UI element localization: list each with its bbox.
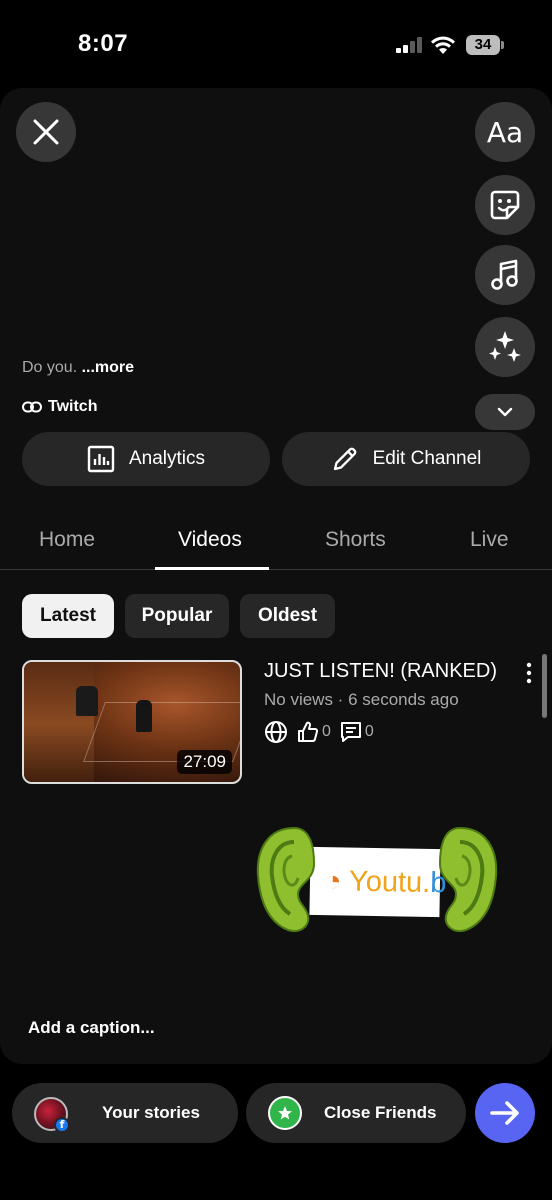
- send-button[interactable]: [475, 1083, 535, 1143]
- link-icon: [22, 401, 42, 413]
- close-button[interactable]: [16, 102, 76, 162]
- tab-live[interactable]: Live: [470, 528, 509, 552]
- close-friends-star-icon: [268, 1096, 302, 1130]
- close-friends-label: Close Friends: [324, 1103, 437, 1122]
- battery-indicator: 34: [466, 35, 504, 55]
- youtube-link-sticker[interactable]: ◔ Youtu.b: [254, 824, 500, 934]
- edit-channel-label: Edit Channel: [372, 448, 482, 469]
- video-stats: 0 0: [264, 720, 374, 744]
- globe-icon: [265, 721, 287, 743]
- status-time: 8:07: [78, 30, 129, 57]
- wifi-icon: [431, 36, 455, 54]
- channel-description[interactable]: Do you. ...more: [22, 359, 134, 377]
- music-button[interactable]: [475, 245, 535, 305]
- edit-channel-button[interactable]: Edit Channel: [282, 432, 530, 486]
- filter-popular[interactable]: Popular: [125, 594, 229, 638]
- battery-level: 34: [466, 35, 500, 55]
- pencil-icon: [333, 447, 356, 471]
- channel-link[interactable]: Twitch: [22, 398, 97, 416]
- close-friends-button[interactable]: Close Friends: [246, 1083, 466, 1143]
- facebook-icon: f: [54, 1117, 70, 1133]
- ear-icon: [438, 826, 498, 932]
- tab-shorts[interactable]: Shorts: [325, 528, 386, 552]
- sticker-card: ◔ Youtu.b: [309, 846, 447, 918]
- arrow-right-icon: [490, 1101, 519, 1125]
- effects-button[interactable]: [475, 317, 535, 377]
- your-stories-button[interactable]: f Your stories: [12, 1083, 238, 1143]
- active-tab-indicator: [155, 567, 269, 570]
- more-options-icon[interactable]: [524, 662, 534, 684]
- filter-latest[interactable]: Latest: [22, 594, 114, 638]
- player-figure: [136, 700, 152, 732]
- likes-count: 0: [322, 723, 331, 740]
- chevron-down-icon: [497, 407, 513, 417]
- tab-videos[interactable]: Videos: [178, 528, 242, 552]
- sticker-button[interactable]: [475, 175, 535, 235]
- comments-count: 0: [364, 723, 374, 740]
- filter-oldest[interactable]: Oldest: [240, 594, 335, 638]
- channel-tabs: Home Videos Shorts Live: [0, 518, 552, 570]
- story-canvas[interactable]: Aa Do you. ...more Twitch Analytics Edit…: [0, 88, 552, 1064]
- likes-stat: 0: [296, 720, 331, 744]
- video-duration: 27:09: [177, 750, 232, 774]
- text-tool-button[interactable]: Aa: [475, 102, 535, 162]
- channel-link-label: Twitch: [48, 398, 98, 415]
- analytics-label: Analytics: [128, 448, 206, 469]
- cellular-signal-icon: [396, 37, 422, 53]
- your-stories-label: Your stories: [102, 1103, 200, 1122]
- player-figure: [76, 686, 98, 716]
- video-thumbnail[interactable]: 27:09: [22, 660, 242, 784]
- tab-home[interactable]: Home: [39, 528, 95, 552]
- sticker-text: ◔ Youtu.b: [323, 864, 447, 899]
- comments-stat: 0: [339, 720, 374, 744]
- analytics-button[interactable]: Analytics: [22, 432, 270, 486]
- sticker-icon: [490, 190, 520, 220]
- thumbs-up-icon: [298, 721, 319, 742]
- text-tool-icon: Aa: [486, 115, 524, 149]
- description-text: Do you.: [22, 359, 78, 376]
- status-bar: 8:07 34: [0, 0, 552, 88]
- video-title[interactable]: JUST LISTEN! (RANKED): [264, 660, 497, 683]
- effects-sparkle-icon: [489, 331, 521, 362]
- close-icon: [33, 119, 59, 145]
- scrollbar[interactable]: [542, 654, 547, 718]
- more-tools-button[interactable]: [475, 394, 535, 430]
- comment-icon: [340, 722, 361, 742]
- video-meta: No views · 6 seconds ago: [264, 690, 459, 709]
- analytics-icon: [87, 445, 115, 473]
- ear-icon: [256, 826, 316, 932]
- more-link[interactable]: ...more: [82, 359, 134, 376]
- music-icon: [491, 259, 518, 290]
- caption-input[interactable]: Add a caption...: [28, 1018, 155, 1038]
